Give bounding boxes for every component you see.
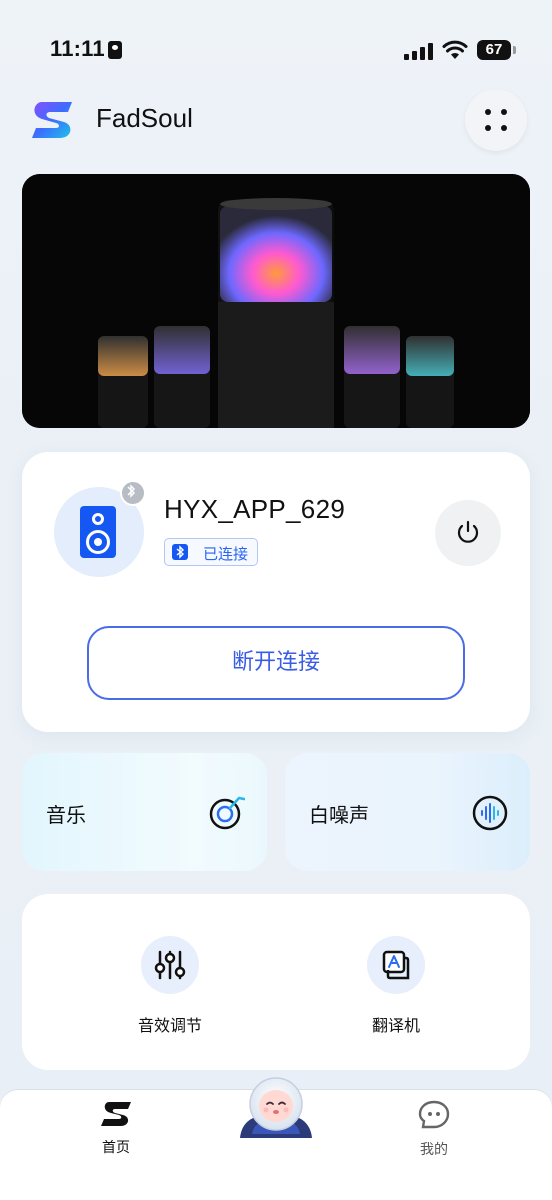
device-card: HYX_APP_629 已连接 断开连接 bbox=[22, 452, 530, 732]
tab-home[interactable]: 首页 bbox=[76, 1100, 156, 1157]
music-label: 音乐 bbox=[46, 803, 86, 827]
status-bar: 11:11 67 bbox=[0, 0, 552, 100]
speaker-icon bbox=[80, 506, 116, 558]
power-icon bbox=[457, 520, 479, 543]
speaker-banner-image[interactable] bbox=[22, 174, 530, 428]
wifi-icon bbox=[442, 40, 468, 59]
white-noise-card[interactable]: 白噪声 bbox=[285, 753, 530, 871]
app-title: FadSoul bbox=[96, 103, 193, 133]
tab-mine[interactable]: 我的 bbox=[394, 1100, 474, 1159]
ai-assistant-mascot-icon[interactable] bbox=[238, 1074, 314, 1142]
status-time: 11:11 bbox=[50, 36, 105, 61]
speaker-banner-illustration bbox=[22, 174, 530, 428]
tab-mine-label: 我的 bbox=[420, 1142, 448, 1158]
lock-screen-icon bbox=[108, 41, 122, 59]
translator-tool[interactable]: 翻译机 bbox=[336, 936, 456, 1036]
cellular-signal-icon bbox=[404, 42, 434, 60]
bluetooth-badge-icon bbox=[120, 480, 146, 506]
white-noise-label: 白噪声 bbox=[309, 803, 369, 827]
equalizer-label: 音效调节 bbox=[137, 1016, 202, 1035]
menu-button[interactable] bbox=[465, 89, 527, 151]
device-name: HYX_APP_629 bbox=[164, 494, 346, 524]
battery-indicator: 67 bbox=[477, 40, 516, 60]
connection-status-badge: 已连接 bbox=[164, 538, 258, 566]
translator-label: 翻译机 bbox=[371, 1016, 420, 1035]
profile-face-icon bbox=[418, 1100, 450, 1129]
disconnect-button[interactable]: 断开连接 bbox=[87, 626, 465, 700]
translate-icon bbox=[382, 950, 410, 980]
music-card[interactable]: 音乐 bbox=[22, 753, 267, 871]
power-button[interactable] bbox=[435, 500, 501, 566]
connection-status-text: 已连接 bbox=[203, 545, 249, 563]
home-logo-icon bbox=[101, 1102, 131, 1126]
tab-home-label: 首页 bbox=[102, 1140, 130, 1156]
tools-card: 音效调节 翻译机 bbox=[22, 894, 530, 1070]
equalizer-tool[interactable]: 音效调节 bbox=[110, 936, 230, 1036]
music-disc-icon bbox=[209, 796, 245, 830]
fadsoul-logo-icon bbox=[32, 102, 72, 138]
equalizer-icon bbox=[154, 950, 186, 980]
bluetooth-icon bbox=[172, 544, 188, 560]
sound-wave-icon bbox=[472, 795, 508, 831]
